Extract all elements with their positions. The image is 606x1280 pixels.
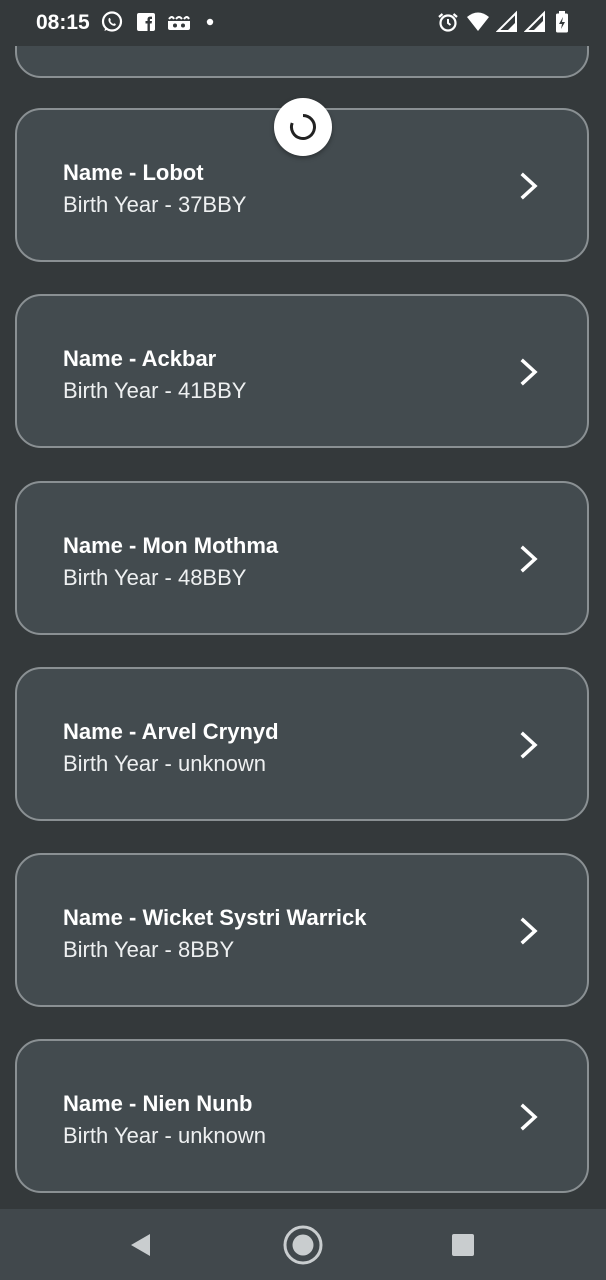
- list-item[interactable]: Name - Mon Mothma Birth Year - 48BBY: [15, 481, 589, 635]
- loading-spinner: [274, 98, 332, 156]
- chevron-right-icon: [520, 172, 538, 200]
- character-birth-year: Birth Year - unknown: [63, 1123, 267, 1148]
- chevron-right-icon: [520, 917, 538, 945]
- list-item[interactable]: Name - Ackbar Birth Year - 41BBY: [15, 294, 589, 448]
- character-name: Name - Arvel Crynyd: [63, 719, 279, 744]
- character-birth-year: Birth Year - unknown: [63, 751, 267, 776]
- chevron-right-icon: [520, 545, 538, 573]
- status-time: 08:15: [36, 11, 90, 34]
- signal-icon-2: [524, 10, 545, 32]
- list-item[interactable]: Name - Wicket Systri Warrick Birth Year …: [15, 853, 589, 1007]
- character-birth-year: Birth Year - 41BBY: [63, 378, 247, 403]
- back-icon[interactable]: [118, 1223, 162, 1267]
- character-name: Name - Lobot: [63, 160, 204, 185]
- dot-icon: [206, 18, 214, 26]
- chevron-right-icon: [520, 1103, 538, 1131]
- recents-icon[interactable]: [441, 1223, 485, 1267]
- wifi-icon: [467, 12, 489, 31]
- character-name: Name - Wicket Systri Warrick: [63, 905, 367, 930]
- voicemail-icon: [168, 16, 190, 30]
- character-name: Name - Mon Mothma: [63, 533, 279, 558]
- character-birth-year: Birth Year - 48BBY: [63, 565, 247, 590]
- chevron-right-icon: [520, 358, 538, 386]
- spinner-icon: [290, 114, 316, 140]
- character-name: Name - Ackbar: [63, 346, 217, 371]
- status-bar: 08:15: [0, 0, 606, 46]
- battery-icon: [556, 11, 568, 33]
- home-icon[interactable]: [281, 1223, 325, 1267]
- chevron-right-icon: [520, 731, 538, 759]
- character-birth-year: Birth Year - 8BBY: [63, 937, 235, 962]
- alarm-icon: [438, 13, 458, 32]
- list-item[interactable]: Name - Arvel Crynyd Birth Year - unknown: [15, 667, 589, 821]
- list-item[interactable]: Name - Nien Nunb Birth Year - unknown: [15, 1039, 589, 1193]
- whatsapp-icon: [101, 11, 123, 32]
- signal-icon: [496, 10, 517, 32]
- character-birth-year: Birth Year - 37BBY: [63, 192, 247, 217]
- facebook-icon: [137, 13, 155, 31]
- system-nav-bar: [0, 1209, 606, 1280]
- character-name: Name - Nien Nunb: [63, 1091, 253, 1116]
